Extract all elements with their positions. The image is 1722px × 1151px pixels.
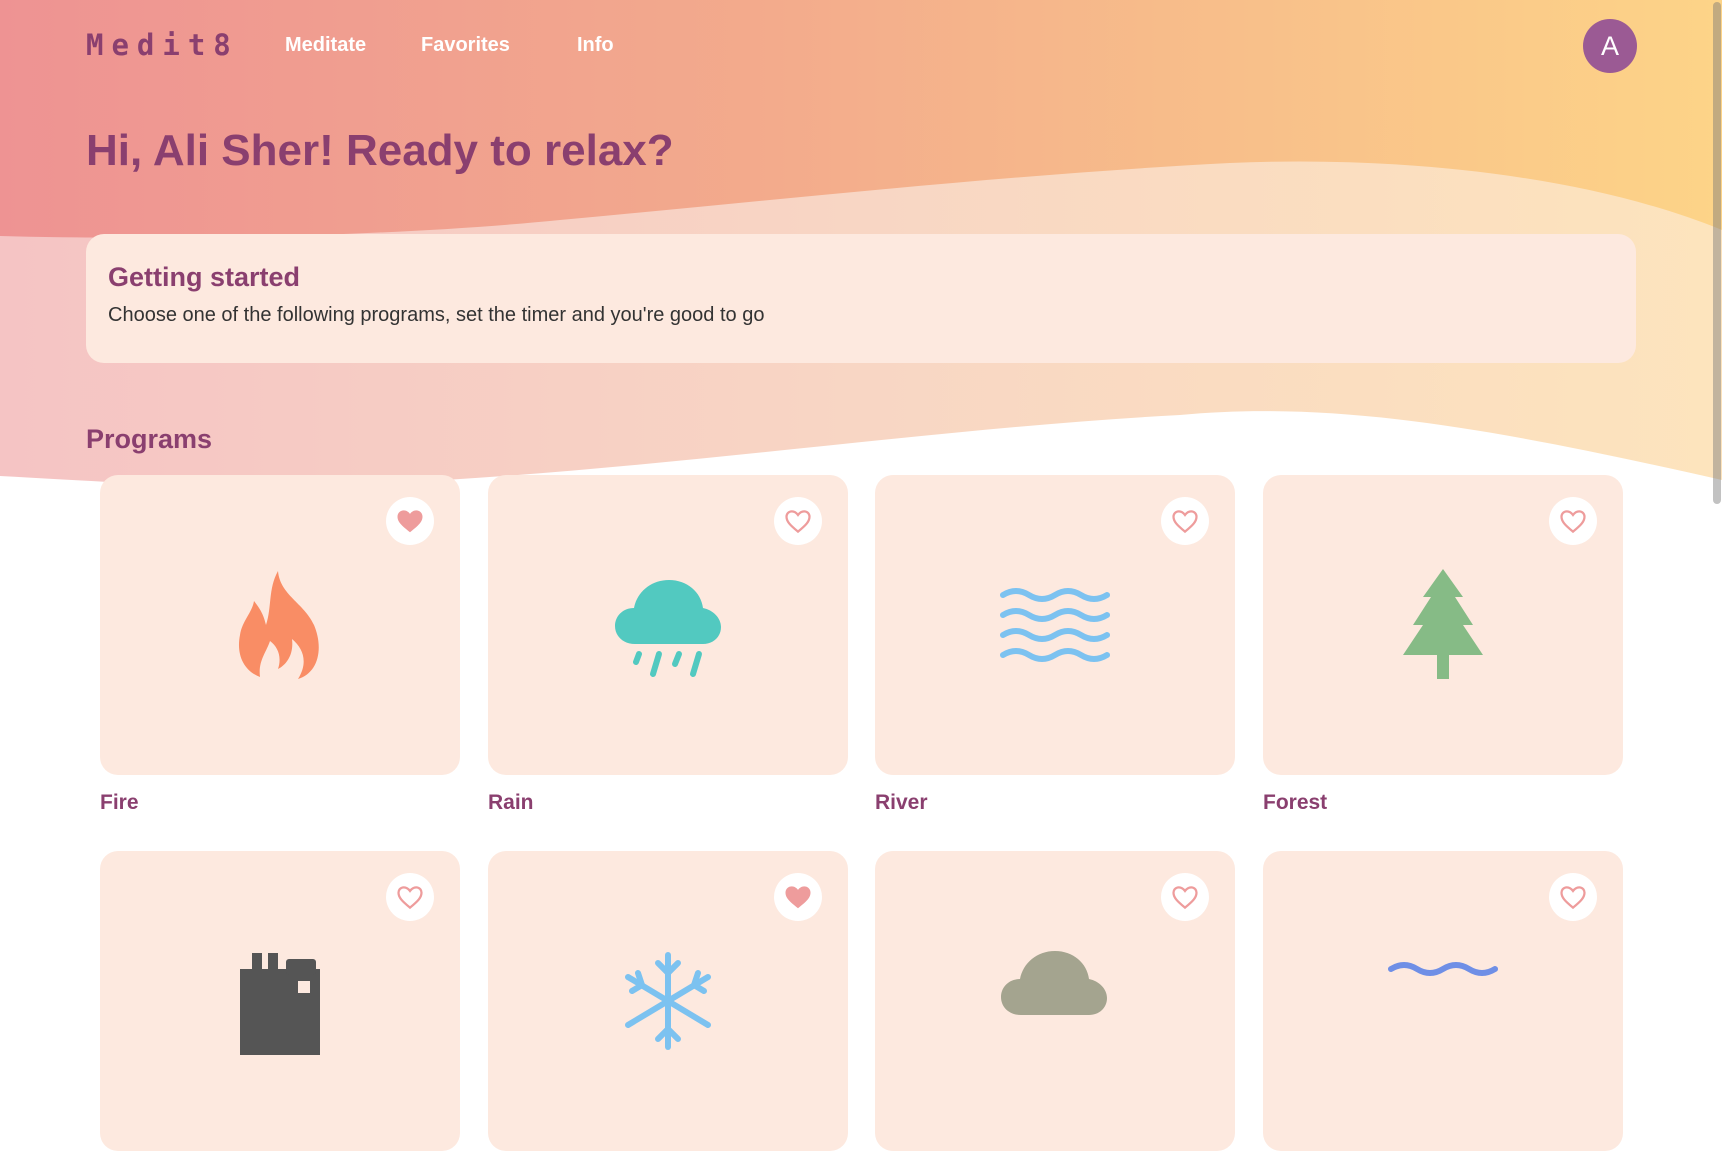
program-card[interactable] bbox=[875, 475, 1235, 775]
snowflake-icon bbox=[625, 952, 711, 1050]
program-card[interactable] bbox=[488, 475, 848, 775]
nav-favorites[interactable]: Favorites bbox=[421, 34, 510, 57]
cloud-icon bbox=[1001, 951, 1107, 1015]
page-greeting: Hi, Ali Sher! Ready to relax? bbox=[86, 126, 674, 175]
program-card[interactable] bbox=[1263, 851, 1623, 1151]
app-logo[interactable]: Medit8 bbox=[86, 28, 239, 62]
program-label: Forest bbox=[1263, 791, 1328, 814]
program-ocean bbox=[1263, 851, 1623, 1151]
fire-icon bbox=[238, 571, 319, 679]
program-card[interactable] bbox=[488, 851, 848, 1151]
heart-outline-icon bbox=[1560, 510, 1586, 534]
heart-outline-icon bbox=[1172, 886, 1198, 910]
programs-heading: Programs bbox=[86, 424, 213, 454]
heart-filled-icon bbox=[397, 510, 423, 533]
heart-filled-icon bbox=[785, 886, 811, 909]
favorite-button[interactable] bbox=[774, 497, 822, 545]
program-forest: Forest bbox=[1263, 475, 1623, 814]
program-label: Rain bbox=[488, 791, 534, 814]
factory-icon bbox=[240, 953, 320, 1055]
program-label: Fire bbox=[100, 791, 139, 814]
program-label: River bbox=[875, 791, 928, 814]
heart-outline-icon bbox=[1560, 886, 1586, 910]
heart-outline-icon bbox=[397, 886, 423, 910]
getting-started-title: Getting started bbox=[108, 262, 301, 292]
waves-icon bbox=[1000, 588, 1110, 662]
program-card[interactable] bbox=[1263, 475, 1623, 775]
favorite-button[interactable] bbox=[386, 873, 434, 921]
nav-info[interactable]: Info bbox=[577, 34, 614, 57]
program-card[interactable] bbox=[875, 851, 1235, 1151]
program-factory bbox=[100, 851, 460, 1151]
scrollbar-thumb[interactable] bbox=[1713, 2, 1721, 504]
favorite-button[interactable] bbox=[1161, 873, 1209, 921]
program-river: River bbox=[875, 475, 1235, 814]
rain-cloud-icon bbox=[615, 580, 721, 677]
program-rain: Rain bbox=[488, 475, 848, 814]
favorite-button[interactable] bbox=[1549, 873, 1597, 921]
heart-outline-icon bbox=[785, 510, 811, 534]
favorite-button[interactable] bbox=[1549, 497, 1597, 545]
program-card[interactable] bbox=[100, 851, 460, 1151]
program-fire: Fire bbox=[100, 475, 460, 814]
getting-started-text: Choose one of the following programs, se… bbox=[108, 304, 765, 326]
getting-started-card: Getting started Choose one of the follow… bbox=[86, 234, 1636, 363]
favorite-button[interactable] bbox=[386, 497, 434, 545]
heart-outline-icon bbox=[1172, 510, 1198, 534]
program-card[interactable] bbox=[100, 475, 460, 775]
scrollbar[interactable] bbox=[1710, 0, 1722, 978]
nav-meditate[interactable]: Meditate bbox=[285, 34, 366, 57]
wave-icon bbox=[1388, 962, 1498, 976]
favorite-button[interactable] bbox=[1161, 497, 1209, 545]
program-snow bbox=[488, 851, 848, 1151]
program-cloud bbox=[875, 851, 1235, 1151]
user-avatar[interactable]: A bbox=[1583, 19, 1637, 73]
tree-icon bbox=[1403, 569, 1483, 679]
favorite-button[interactable] bbox=[774, 873, 822, 921]
